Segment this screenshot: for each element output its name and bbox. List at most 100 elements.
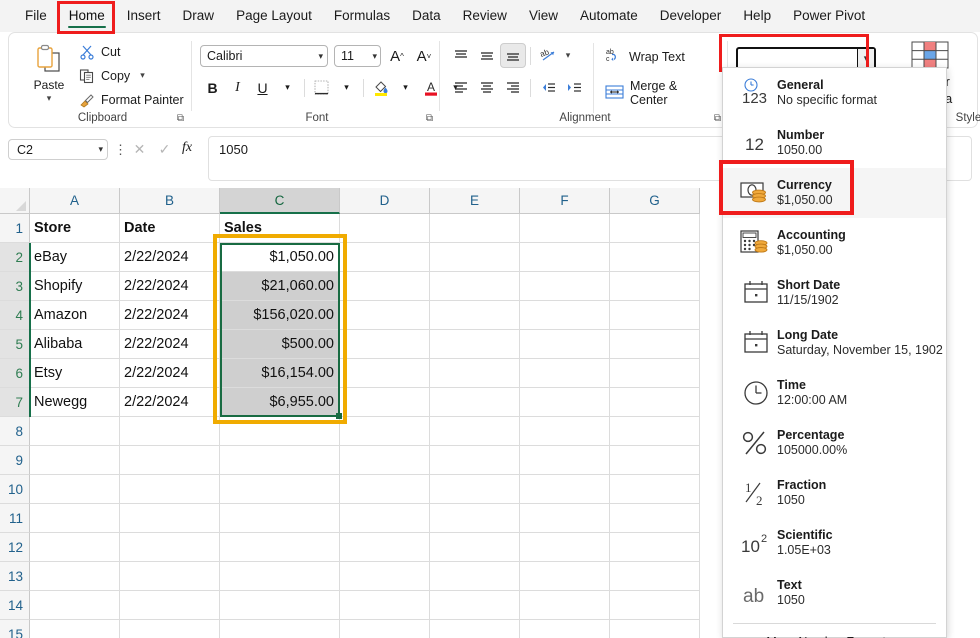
cell-D9[interactable] [340,446,430,475]
cell-D2[interactable] [340,243,430,272]
number-format-option-fraction[interactable]: 1 2 Fraction 1050 [723,468,946,518]
chevron-down-icon[interactable]: ▾ [98,144,103,155]
align-left-button[interactable] [448,75,474,100]
cell-D13[interactable] [340,562,430,591]
cell-B13[interactable] [120,562,220,591]
column-header-B[interactable]: B [120,188,220,214]
select-all-corner[interactable] [0,188,30,214]
cell-G1[interactable] [610,214,700,243]
number-format-option-percentage[interactable]: Percentage 105000.00% [723,418,946,468]
cell-A9[interactable] [30,446,120,475]
cell-G14[interactable] [610,591,700,620]
ribbon-tab-review[interactable]: Review [452,2,518,30]
row-header-4[interactable]: 4 [0,301,30,330]
clipboard-dialog-launcher[interactable]: ⧉ [177,113,184,124]
column-header-E[interactable]: E [430,188,520,214]
font-size-input[interactable]: 11 ▾ [334,45,381,67]
cell-G8[interactable] [610,417,700,446]
cell-F15[interactable] [520,620,610,638]
cell-F2[interactable] [520,243,610,272]
cell-C3[interactable]: $21,060.00 [220,272,340,301]
cell-A2[interactable]: eBay [30,243,120,272]
cell-F11[interactable] [520,504,610,533]
cell-D3[interactable] [340,272,430,301]
cell-A4[interactable]: Amazon [30,301,120,330]
cell-E8[interactable] [430,417,520,446]
cell-F12[interactable] [520,533,610,562]
cell-D1[interactable] [340,214,430,243]
cell-A11[interactable] [30,504,120,533]
merge-and-center-button[interactable]: Merge & Center ▾ [605,79,727,107]
cell-G10[interactable] [610,475,700,504]
ribbon-tab-home[interactable]: Home [58,2,116,30]
decrease-indent-button[interactable] [535,75,561,100]
row-header-10[interactable]: 10 [0,475,30,504]
cell-G4[interactable] [610,301,700,330]
cell-A3[interactable]: Shopify [30,272,120,301]
ribbon-tab-page-layout[interactable]: Page Layout [225,2,323,30]
cell-F1[interactable] [520,214,610,243]
cell-E6[interactable] [430,359,520,388]
cell-C13[interactable] [220,562,340,591]
borders-button[interactable] [309,75,334,100]
cell-A1[interactable]: Store [30,214,120,243]
cell-B4[interactable]: 2/22/2024 [120,301,220,330]
ribbon-tab-help[interactable]: Help [732,2,782,30]
cell-D6[interactable] [340,359,430,388]
more-number-formats-button[interactable]: More Number Formats... [723,624,946,638]
cell-E10[interactable] [430,475,520,504]
paste-button[interactable]: Paste ▾ [23,41,75,111]
ribbon-tab-file[interactable]: File [14,2,58,30]
number-format-option-short-date[interactable]: Short Date 11/15/1902 [723,268,946,318]
number-format-option-long-date[interactable]: Long Date Saturday, November 15, 1902 [723,318,946,368]
row-header-5[interactable]: 5 [0,330,30,359]
align-top-button[interactable] [448,43,474,68]
cell-G7[interactable] [610,388,700,417]
cell-B1[interactable]: Date [120,214,220,243]
cell-A13[interactable] [30,562,120,591]
increase-font-size-button[interactable]: A ^ [385,45,409,67]
cell-F10[interactable] [520,475,610,504]
cell-A8[interactable] [30,417,120,446]
row-header-2[interactable]: 2 [0,243,30,272]
decrease-font-size-button[interactable]: A ˅ [412,45,436,67]
cell-D15[interactable] [340,620,430,638]
cell-D8[interactable] [340,417,430,446]
row-header-1[interactable]: 1 [0,214,30,243]
row-header-3[interactable]: 3 [0,272,30,301]
cell-E7[interactable] [430,388,520,417]
cell-D7[interactable] [340,388,430,417]
cell-C2[interactable]: $1,050.00 [220,243,340,272]
cell-C9[interactable] [220,446,340,475]
cell-E9[interactable] [430,446,520,475]
row-header-6[interactable]: 6 [0,359,30,388]
column-header-C[interactable]: C [220,188,340,214]
cell-F6[interactable] [520,359,610,388]
alignment-dialog-launcher[interactable]: ⧉ [714,113,721,124]
confirm-entry-button[interactable]: ✓ [155,140,174,159]
cell-B15[interactable] [120,620,220,638]
cell-A14[interactable] [30,591,120,620]
align-right-button[interactable] [500,75,526,100]
cell-E1[interactable] [430,214,520,243]
cell-B10[interactable] [120,475,220,504]
cell-E2[interactable] [430,243,520,272]
chevron-down-icon[interactable]: ▾ [140,70,145,81]
align-bottom-button[interactable] [500,43,526,68]
cell-E13[interactable] [430,562,520,591]
number-format-option-accounting[interactable]: Accounting $1,050.00 [723,218,946,268]
cell-C6[interactable]: $16,154.00 [220,359,340,388]
ribbon-tab-draw[interactable]: Draw [172,2,226,30]
cell-F3[interactable] [520,272,610,301]
fill-color-button[interactable] [368,75,393,100]
cell-F9[interactable] [520,446,610,475]
fill-handle[interactable] [336,413,342,419]
increase-indent-button[interactable] [561,75,587,100]
cell-G11[interactable] [610,504,700,533]
cell-C15[interactable] [220,620,340,638]
underline-chevron-down-icon[interactable]: ▾ [275,75,300,100]
orientation-button[interactable]: ab [535,43,561,68]
cell-A12[interactable] [30,533,120,562]
ribbon-tab-view[interactable]: View [518,2,569,30]
chevron-down-icon[interactable]: ▾ [372,51,377,62]
